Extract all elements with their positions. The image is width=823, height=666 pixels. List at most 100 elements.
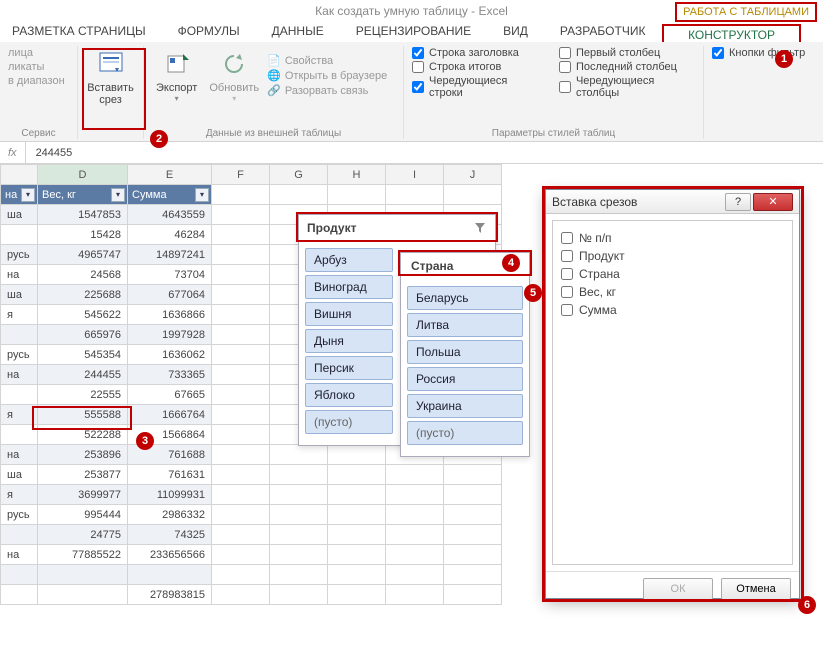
tab-view[interactable]: ВИД [503,24,528,38]
slicer-country[interactable]: Страна БеларусьЛитваПольшаРоссияУкраина(… [400,252,530,457]
cell[interactable]: на [1,445,38,465]
cell[interactable] [328,505,386,525]
insert-slicer-button[interactable]: Вставить срез [83,46,138,108]
cell[interactable]: 73704 [128,265,212,285]
cell[interactable]: 74325 [128,525,212,545]
cell[interactable]: 1666764 [128,405,212,425]
cell[interactable]: 24568 [38,265,128,285]
table-row[interactable]: 2477574325 [1,525,502,545]
clear-filter-icon[interactable] [473,221,487,235]
cell[interactable]: 3699977 [38,485,128,505]
cell[interactable] [212,565,270,585]
cell[interactable] [270,505,328,525]
cell[interactable] [386,565,444,585]
cell[interactable]: 77885522 [38,545,128,565]
cell[interactable]: 2986332 [128,505,212,525]
chk-last-col[interactable]: Последний столбец [559,60,695,74]
col-header-g[interactable]: G [270,165,328,185]
cell[interactable] [212,265,270,285]
tab-page-layout[interactable]: РАЗМЕТКА СТРАНИЦЫ [12,24,146,38]
cell[interactable] [212,325,270,345]
chk-total-row[interactable]: Строка итогов [412,60,539,74]
cell[interactable] [212,405,270,425]
cell[interactable] [386,525,444,545]
cell[interactable]: 1636062 [128,345,212,365]
cell[interactable] [386,545,444,565]
cancel-button[interactable]: Отмена [721,578,791,600]
filter-dropdown-icon[interactable]: ▾ [111,188,125,202]
cell[interactable] [212,225,270,245]
cell[interactable] [328,525,386,545]
table-row[interactable]: русь9954442986332 [1,505,502,525]
cell[interactable] [212,505,270,525]
dialog-field-checkbox[interactable]: Сумма [561,301,784,319]
col-header-h[interactable]: H [328,165,386,185]
cell[interactable] [328,445,386,465]
cell[interactable] [444,545,502,565]
cell[interactable]: я [1,405,38,425]
cell[interactable] [1,585,38,605]
cell[interactable]: 11099931 [128,485,212,505]
cell[interactable]: 14897241 [128,245,212,265]
cell[interactable]: 995444 [38,505,128,525]
cell[interactable]: 253877 [38,465,128,485]
insert-slicers-dialog[interactable]: Вставка срезов ? ✕ № п/пПродуктСтранаВес… [545,189,800,599]
cell[interactable]: на [1,265,38,285]
slicer-item[interactable]: Украина [407,394,523,418]
slicer-item[interactable]: Беларусь [407,286,523,310]
cell[interactable] [212,425,270,445]
ribbon-cmd-table[interactable]: лица [8,46,69,60]
cell[interactable] [270,485,328,505]
cell[interactable]: ша [1,205,38,225]
slicer-item[interactable]: Яблоко [305,383,393,407]
col-header-f[interactable]: F [212,165,270,185]
cell[interactable]: 244455 [38,365,128,385]
cell[interactable] [270,465,328,485]
fx-icon[interactable]: fx [0,142,26,163]
cell[interactable]: 4965747 [38,245,128,265]
dialog-field-checkbox[interactable]: Страна [561,265,784,283]
tab-data[interactable]: ДАННЫЕ [272,24,324,38]
col-header-d[interactable]: D [38,165,128,185]
cell[interactable]: 733365 [128,365,212,385]
ribbon-cmd-convert-range[interactable]: в диапазон [8,74,69,88]
filter-dropdown-icon[interactable]: ▾ [21,188,35,202]
cell[interactable]: ша [1,465,38,485]
cell[interactable] [212,285,270,305]
chk-first-col[interactable]: Первый столбец [559,46,695,60]
refresh-button[interactable]: Обновить ▾ [205,46,263,105]
cell[interactable] [444,485,502,505]
col-header-e[interactable]: E [128,165,212,185]
tab-review[interactable]: РЕЦЕНЗИРОВАНИЕ [356,24,471,38]
cell[interactable]: 1566864 [128,425,212,445]
cell[interactable]: 4643559 [128,205,212,225]
slicer-item[interactable]: (пусто) [407,421,523,445]
table-row[interactable]: ша253877761631 [1,465,502,485]
formula-value[interactable]: 244455 [26,147,83,159]
tab-formulas[interactable]: ФОРМУЛЫ [178,24,240,38]
cell[interactable]: ша [1,285,38,305]
help-button[interactable]: ? [725,193,751,211]
col-header[interactable] [1,165,38,185]
cell[interactable] [1,325,38,345]
cell[interactable] [1,225,38,245]
filter-dropdown-icon[interactable]: ▾ [195,188,209,202]
cell[interactable] [1,425,38,445]
cell[interactable] [444,565,502,585]
cell[interactable]: 761688 [128,445,212,465]
cell[interactable] [212,305,270,325]
dialog-field-checkbox[interactable]: Продукт [561,247,784,265]
cell[interactable] [328,585,386,605]
cell[interactable] [328,485,386,505]
cell[interactable] [212,205,270,225]
cell[interactable]: 278983815 [128,585,212,605]
chk-header-row[interactable]: Строка заголовка [412,46,539,60]
cell[interactable] [386,485,444,505]
cell[interactable] [328,465,386,485]
cell[interactable] [270,525,328,545]
cell[interactable]: на [1,545,38,565]
cell[interactable]: 761631 [128,465,212,485]
cell[interactable] [212,585,270,605]
cell[interactable]: 545354 [38,345,128,365]
cell[interactable] [386,505,444,525]
